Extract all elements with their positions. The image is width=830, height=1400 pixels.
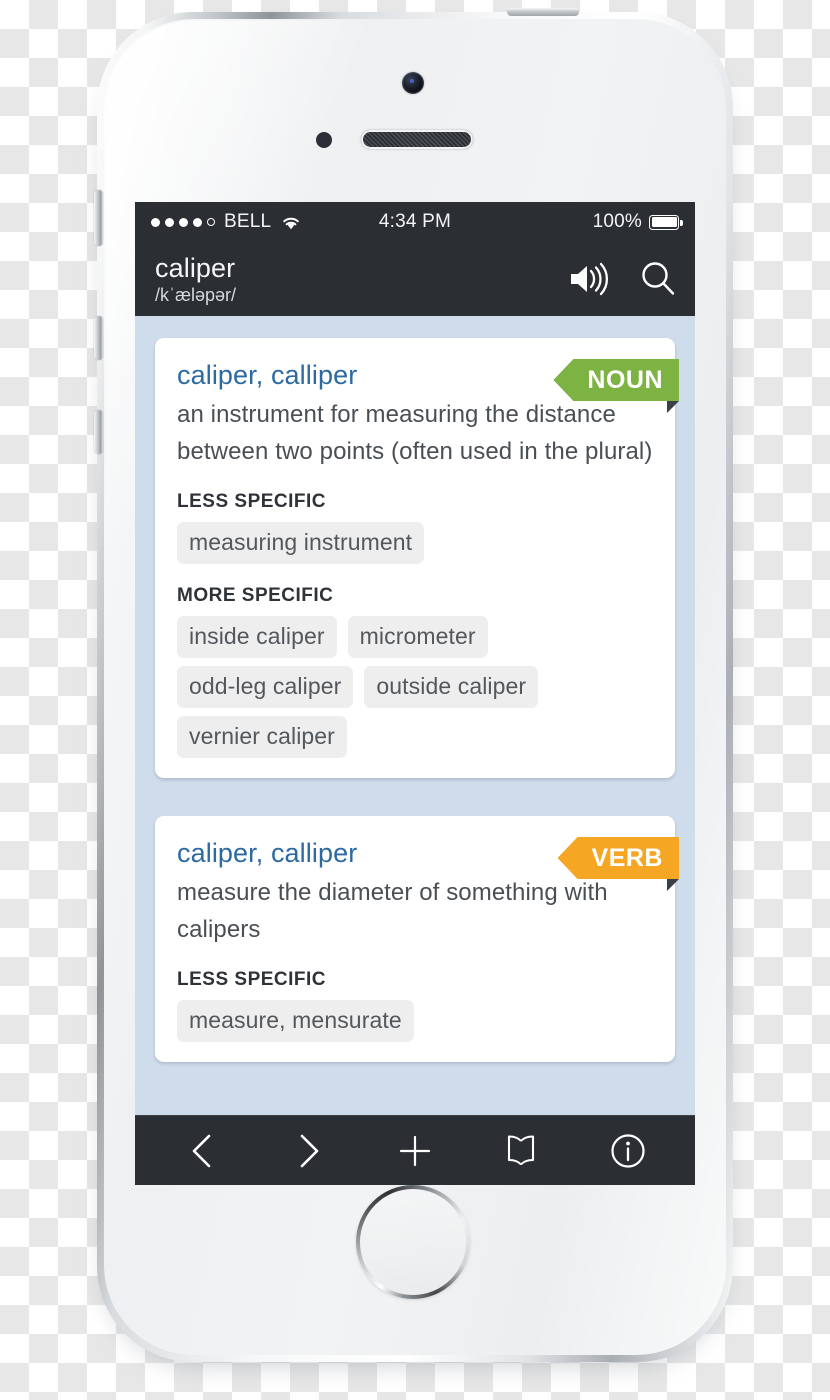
page-title: caliper — [155, 252, 236, 283]
relation-chip-list: measuring instrument — [177, 522, 653, 564]
part-of-speech-badge: NOUN — [553, 359, 679, 401]
volume-down-button[interactable] — [94, 410, 103, 454]
entry-definition: measure the diameter of something with c… — [177, 879, 608, 943]
chevron-left-icon — [192, 1134, 211, 1167]
signal-strength-icon — [151, 217, 215, 227]
relation-section-label: LESS SPECIFIC — [177, 969, 327, 990]
mute-switch[interactable] — [94, 190, 103, 246]
info-circle-icon — [611, 1133, 645, 1168]
carrier-label: BELL — [224, 211, 272, 232]
pronunciation-label: /kˈæləpər/ — [155, 284, 237, 305]
speaker-icon[interactable] — [567, 261, 609, 297]
battery-percent-label: 100% — [592, 211, 642, 232]
relation-section-label: MORE SPECIFIC — [177, 585, 334, 606]
wifi-icon — [283, 217, 300, 229]
nav-actions — [567, 260, 677, 298]
nav-bar: caliper /kˈæləpər/ — [135, 242, 695, 316]
earpiece-speaker-icon — [361, 130, 473, 149]
nav-title-block: caliper /kˈæləpər/ — [155, 253, 567, 306]
bottom-toolbar — [135, 1115, 695, 1185]
home-button[interactable] — [356, 1185, 470, 1299]
status-bar: BELL 4:34 PM 100% — [135, 202, 695, 242]
add-button[interactable] — [383, 1124, 447, 1178]
phone-device: BELL 4:34 PM 100% caliper /kˈæləpər/ cal… — [94, 8, 733, 1362]
phone-screen: BELL 4:34 PM 100% caliper /kˈæləpər/ cal… — [135, 202, 695, 1185]
relation-chip[interactable]: micrometer — [347, 616, 488, 658]
forward-button[interactable] — [277, 1124, 341, 1178]
entry-list[interactable]: caliper, calliper NOUN an instrument for m… — [135, 316, 695, 1115]
front-camera-icon — [402, 72, 424, 94]
badge-fold — [667, 879, 679, 891]
power-button[interactable] — [507, 8, 579, 16]
entry-definition: an instrument for measuring the distance… — [177, 401, 653, 465]
volume-up-button[interactable] — [94, 316, 103, 360]
card-header: caliper, calliper VERB — [177, 836, 679, 891]
relation-chip-list: inside caliper micrometer odd-leg caliper o… — [177, 616, 653, 758]
bookmarks-button[interactable] — [489, 1124, 553, 1178]
info-button[interactable] — [596, 1124, 660, 1178]
relation-chip[interactable]: outside caliper — [364, 666, 539, 708]
part-of-speech-badge: VERB — [557, 837, 679, 879]
definition-card[interactable]: caliper, calliper NOUN an instrument for m… — [155, 338, 679, 778]
back-button[interactable] — [170, 1124, 234, 1178]
chevron-right-icon — [300, 1134, 318, 1167]
book-icon — [508, 1134, 535, 1165]
search-icon[interactable] — [639, 260, 677, 298]
definition-card[interactable]: caliper, calliper VERB measure the diamete… — [155, 816, 679, 1062]
status-bar-left: BELL — [151, 211, 302, 233]
status-bar-right: 100% — [592, 211, 683, 233]
relation-chip[interactable]: odd-leg caliper — [177, 666, 354, 708]
relation-chip[interactable]: inside caliper — [177, 616, 337, 658]
relation-chip-list: measure, mensurate — [177, 1000, 653, 1042]
relation-chip[interactable]: measure, mensurate — [177, 1000, 414, 1042]
badge-fold — [667, 401, 679, 413]
proximity-sensor-icon — [316, 132, 332, 148]
card-header: caliper, calliper NOUN — [177, 358, 679, 413]
relation-section-label: LESS SPECIFIC — [177, 491, 327, 512]
battery-icon — [649, 214, 683, 230]
relation-chip[interactable]: vernier caliper — [177, 716, 347, 758]
plus-icon — [399, 1135, 431, 1166]
relation-chip[interactable]: measuring instrument — [177, 522, 425, 564]
